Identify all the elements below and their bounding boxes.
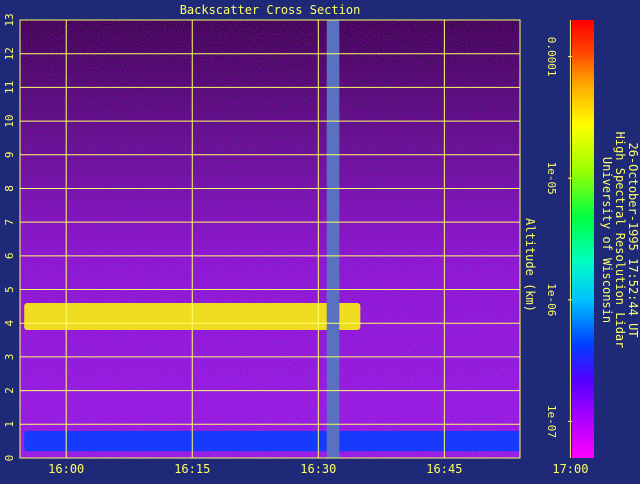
data-gap — [326, 20, 340, 458]
instrument-label: High Spectral Resolution Lidar — [613, 132, 627, 349]
institution-label: University of Wisconsin — [600, 157, 614, 323]
colorbar-tick-label: 1e-06 — [545, 283, 558, 316]
y-tick-label: 13 — [3, 13, 16, 26]
y-axis-label: Altitude (km) — [523, 218, 537, 312]
y-tick-label: 5 — [3, 286, 16, 293]
colorbar-tick-label: 0.0001 — [545, 37, 558, 77]
y-tick-label: 6 — [3, 253, 16, 260]
x-tick-label: 16:00 — [48, 462, 84, 476]
y-tick-label: 2 — [3, 387, 16, 394]
x-tick-label: 16:15 — [174, 462, 210, 476]
y-tick-label: 3 — [3, 354, 16, 361]
colorbar — [572, 20, 594, 458]
timestamp-label: 26-October-1995 17:52:44 UT — [626, 142, 640, 337]
y-tick-label: 0 — [3, 455, 16, 462]
x-tick-label: 16:30 — [300, 462, 336, 476]
y-axis: 012345678910111213 — [3, 13, 16, 461]
y-tick-label: 10 — [3, 114, 16, 127]
x-tick-label: 16:45 — [426, 462, 462, 476]
y-tick-label: 1 — [3, 421, 16, 428]
y-tick-label: 8 — [3, 185, 16, 192]
x-axis: 16:0016:1516:3016:4517:0017:1517:3017:45 — [48, 462, 588, 476]
lidar-display: 0 1 2 3 4 5 6 7 8 9 10 11 12 13 16:00 16:15 16:30 16:45 1… — [0, 0, 640, 480]
y-tick-label: 12 — [3, 47, 16, 60]
colorbar-tick-label: 1e-05 — [545, 162, 558, 195]
y-tick-label: 9 — [3, 151, 16, 158]
x-tick-label: 17:00 — [552, 462, 588, 476]
backscatter-chart: 012345678910111213 16:00 16:15 16:30 16:45 1… — [3, 3, 640, 476]
y-tick-label: 11 — [3, 81, 16, 94]
colorbar-tick-label: 1e-07 — [545, 405, 558, 438]
chart-title: Backscatter Cross Section — [180, 3, 361, 17]
backscatter-image — [20, 20, 520, 458]
colorbar-ticks: 1e-07 1e-06 1e-05 0.0001 — [545, 37, 572, 438]
y-tick-label: 7 — [3, 219, 16, 226]
y-tick-label: 4 — [3, 320, 16, 327]
